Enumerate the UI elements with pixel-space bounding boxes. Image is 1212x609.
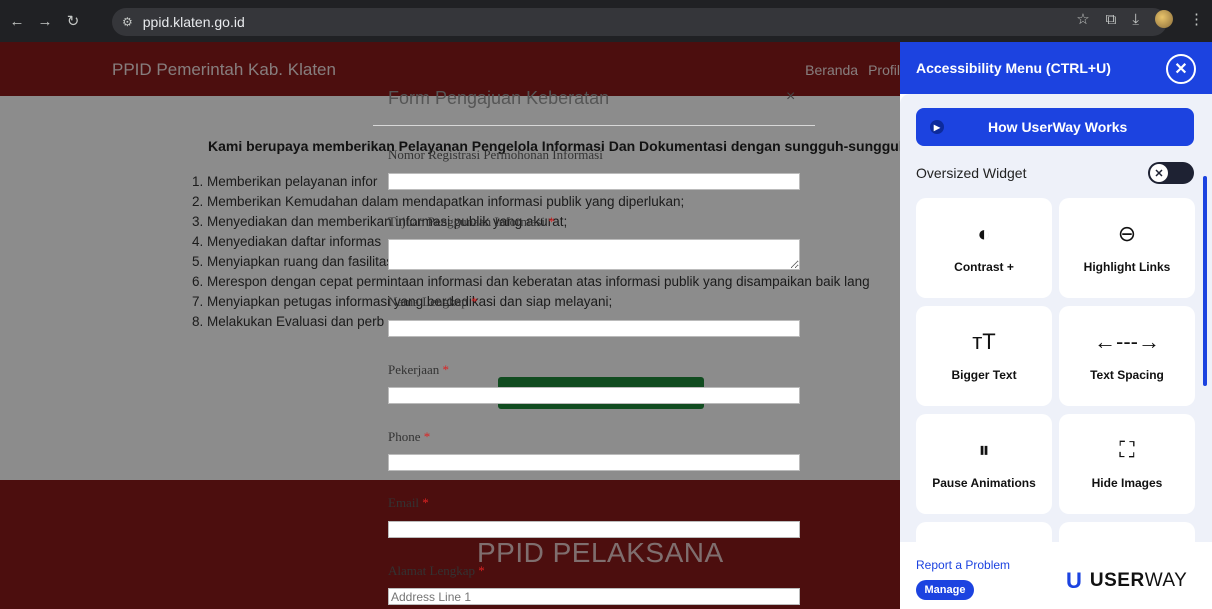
logo-text-bold: USER bbox=[1089, 570, 1145, 591]
tujuan-field[interactable] bbox=[388, 239, 800, 270]
userway-logo: U USERWAY bbox=[1066, 568, 1187, 594]
url-text: ppid.klaten.go.id bbox=[142, 14, 245, 30]
label-tujuan: Tujuan Penggunaan Informasi * bbox=[388, 214, 555, 230]
modal-title: Form Pengajuan Keberatan bbox=[388, 88, 610, 108]
label-text: Pekerjaan bbox=[388, 362, 440, 377]
nomor-registrasi-field[interactable] bbox=[388, 173, 800, 190]
accessibility-footer: Report a Problem Manage U USERWAY bbox=[900, 542, 1212, 609]
contrast-card[interactable]: ◐ Contrast + bbox=[916, 198, 1052, 298]
play-icon: ▶ bbox=[930, 120, 944, 134]
report-problem-link[interactable]: Report a Problem bbox=[916, 558, 1010, 572]
contrast-icon: ◐ bbox=[977, 221, 991, 246]
forward-arrow-icon[interactable]: → bbox=[34, 10, 56, 32]
link-icon: ⊖ bbox=[1117, 221, 1137, 246]
reload-icon[interactable]: ↻ bbox=[62, 10, 84, 32]
logo-text-rest: WAY bbox=[1144, 570, 1188, 591]
panel-scrollbar[interactable] bbox=[1203, 176, 1207, 386]
text-spacing-card[interactable]: ←‑‑‑→ Text Spacing bbox=[1059, 306, 1195, 406]
alamat-field[interactable] bbox=[388, 588, 800, 605]
label-nomor-registrasi: Nomor Registrasi Permohonan Informasi bbox=[388, 147, 603, 163]
back-arrow-icon[interactable]: ← bbox=[6, 10, 28, 32]
oversized-widget-label: Oversized Widget bbox=[916, 165, 1027, 181]
hide-images-card[interactable]: ⛶ Hide Images bbox=[1059, 414, 1195, 514]
accessibility-title: Accessibility Menu (CTRL+U) bbox=[916, 60, 1111, 76]
label-alamat: Alamat Lengkap * bbox=[388, 563, 485, 579]
bigger-text-card[interactable]: тT Bigger Text bbox=[916, 306, 1052, 406]
pekerjaan-field[interactable] bbox=[388, 387, 800, 404]
address-bar[interactable]: ⚙ ppid.klaten.go.id bbox=[112, 8, 1167, 36]
label-text: Nomor Registrasi Permohonan Informasi bbox=[388, 147, 603, 162]
label-phone: Phone * bbox=[388, 429, 430, 445]
required-asterisk: * bbox=[478, 563, 485, 578]
label-email: Email * bbox=[388, 495, 429, 511]
accessibility-body: ▶ How UserWay Works Oversized Widget ✕ ◐… bbox=[900, 94, 1212, 542]
accessibility-panel: Accessibility Menu (CTRL+U) ✕ ▶ How User… bbox=[900, 42, 1212, 609]
more-card[interactable] bbox=[1059, 522, 1195, 542]
star-icon[interactable]: ☆ bbox=[1076, 10, 1089, 28]
card-label: Pause Animations bbox=[932, 476, 1036, 490]
web-page: PPID Pemerintah Kab. Klaten Beranda Prof… bbox=[0, 42, 900, 609]
phone-field[interactable] bbox=[388, 454, 800, 471]
manage-button[interactable]: Manage bbox=[916, 580, 974, 600]
extensions-icon[interactable]: ⧉ bbox=[1106, 11, 1117, 28]
toggle-off-icon: ✕ bbox=[1150, 164, 1168, 182]
email-field[interactable] bbox=[388, 521, 800, 538]
modal-divider bbox=[373, 125, 815, 126]
required-asterisk: * bbox=[442, 362, 450, 377]
text-spacing-icon: ←‑‑‑→ bbox=[1094, 329, 1160, 354]
label-text: Nama Lengkap bbox=[388, 294, 468, 309]
label-text: Alamat Lengkap bbox=[388, 563, 475, 578]
card-label: Bigger Text bbox=[951, 368, 1017, 382]
required-asterisk: * bbox=[548, 214, 555, 229]
label-nama: Nama Lengkap * bbox=[388, 294, 478, 310]
card-label: Contrast + bbox=[954, 260, 1014, 274]
how-userway-works-button[interactable]: ▶ How UserWay Works bbox=[916, 108, 1194, 146]
download-icon[interactable]: ⤓ bbox=[1132, 11, 1139, 28]
more-card[interactable] bbox=[916, 522, 1052, 542]
required-asterisk: * bbox=[471, 294, 478, 309]
highlight-links-card[interactable]: ⊖ Highlight Links bbox=[1059, 198, 1195, 298]
how-label: How UserWay Works bbox=[988, 119, 1128, 135]
label-text: Phone bbox=[388, 429, 421, 444]
hide-image-icon: ⛶ bbox=[1119, 437, 1135, 462]
accessibility-header: Accessibility Menu (CTRL+U) ✕ bbox=[900, 42, 1212, 94]
userway-mark-icon: U bbox=[1066, 568, 1082, 593]
label-text: Tujuan Penggunaan Informasi bbox=[388, 214, 545, 229]
card-label: Hide Images bbox=[1091, 476, 1163, 490]
pause-animations-card[interactable]: ⏸ Pause Animations bbox=[916, 414, 1052, 514]
browser-toolbar: ← → ↻ ⚙ ppid.klaten.go.id ☆ ⧉ ⤓ ⋮ bbox=[0, 0, 1212, 42]
pause-icon: ⏸ bbox=[978, 437, 990, 462]
label-text: Email bbox=[388, 495, 420, 510]
modal-close-button[interactable]: × bbox=[786, 88, 795, 106]
nama-lengkap-field[interactable] bbox=[388, 320, 800, 337]
card-label: Highlight Links bbox=[1083, 260, 1171, 274]
oversized-widget-toggle[interactable]: ✕ bbox=[1148, 162, 1194, 184]
text-size-icon: тT bbox=[972, 329, 996, 354]
site-info-icon[interactable]: ⚙ bbox=[122, 15, 133, 29]
card-label: Text Spacing bbox=[1090, 368, 1164, 382]
profile-avatar[interactable] bbox=[1155, 10, 1173, 28]
label-pekerjaan: Pekerjaan * bbox=[388, 362, 449, 378]
close-icon[interactable]: ✕ bbox=[1166, 54, 1196, 84]
required-asterisk: * bbox=[422, 495, 429, 510]
required-asterisk: * bbox=[423, 429, 431, 444]
more-menu-icon[interactable]: ⋮ bbox=[1189, 10, 1204, 28]
